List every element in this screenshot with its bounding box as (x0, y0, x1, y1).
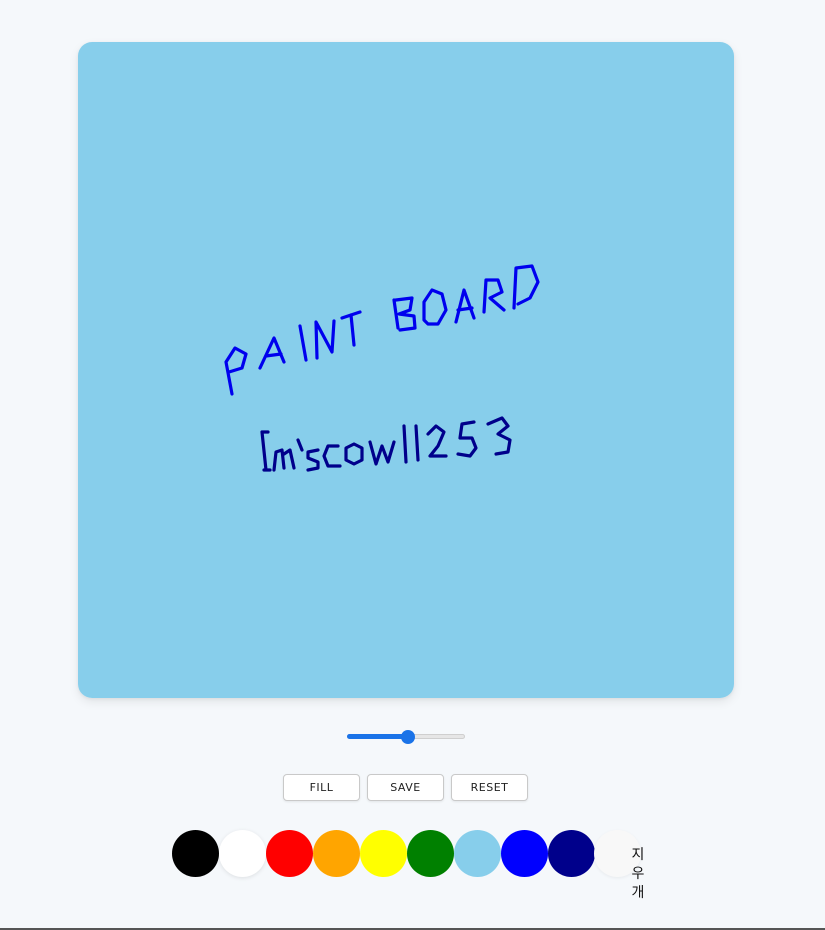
color-swatch-blue[interactable] (501, 830, 548, 877)
color-swatch-skyblue[interactable] (454, 830, 501, 877)
paint-canvas[interactable] (78, 42, 734, 698)
canvas-background (78, 42, 734, 698)
action-buttons: FILL SAVE RESET (283, 774, 528, 801)
color-swatch-yellow[interactable] (360, 830, 407, 877)
eraser-label[interactable]: 지우개 (630, 846, 646, 903)
fill-button[interactable]: FILL (283, 774, 360, 801)
slider-fill (347, 734, 409, 739)
canvas-drawing[interactable] (78, 42, 734, 698)
save-button[interactable]: SAVE (367, 774, 444, 801)
color-swatch-orange[interactable] (313, 830, 360, 877)
color-swatch-black[interactable] (172, 830, 219, 877)
slider-thumb[interactable] (401, 730, 416, 744)
color-palette (172, 830, 595, 877)
reset-button[interactable]: RESET (451, 774, 528, 801)
color-swatch-white[interactable] (219, 830, 266, 877)
color-swatch-navy[interactable] (548, 830, 595, 877)
brush-size-slider[interactable] (346, 730, 466, 744)
color-swatch-red[interactable] (266, 830, 313, 877)
color-swatch-green[interactable] (407, 830, 454, 877)
